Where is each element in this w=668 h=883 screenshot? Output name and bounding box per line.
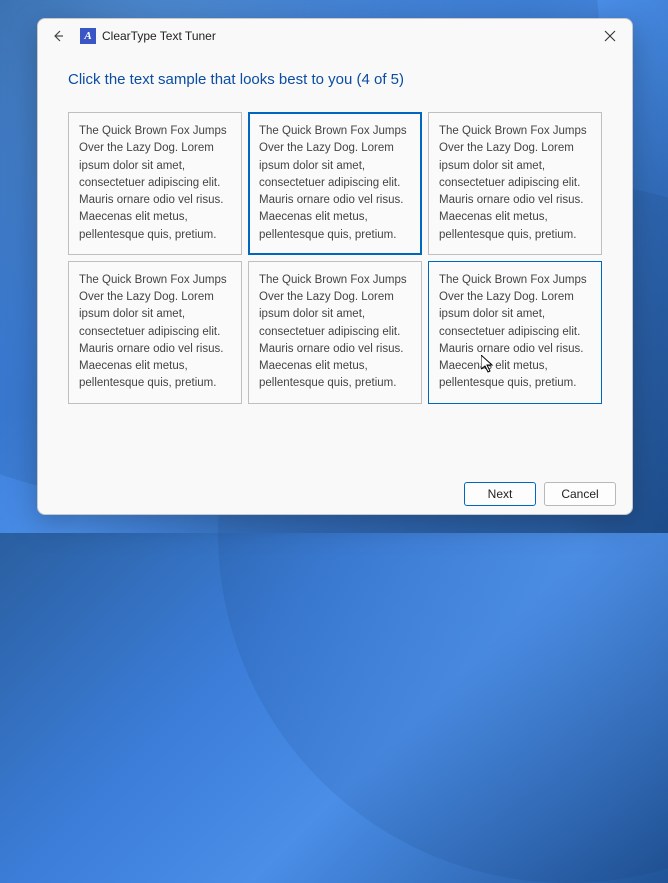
content-area: Click the text sample that looks best to… [38,53,632,474]
close-icon [604,30,616,42]
app-icon-letter: A [84,30,91,42]
text-sample-2[interactable]: The Quick Brown Fox Jumps Over the Lazy … [248,112,422,255]
text-sample-5[interactable]: The Quick Brown Fox Jumps Over the Lazy … [248,261,422,404]
titlebar: A ClearType Text Tuner [38,19,632,53]
back-button[interactable] [48,26,68,46]
cancel-button[interactable]: Cancel [544,482,616,506]
footer: Next Cancel [38,474,632,514]
window-title: ClearType Text Tuner [102,29,216,43]
next-button[interactable]: Next [464,482,536,506]
cleartype-tuner-window: A ClearType Text Tuner Click the text sa… [37,18,633,515]
app-icon: A [80,28,96,44]
close-button[interactable] [596,25,624,47]
text-sample-4[interactable]: The Quick Brown Fox Jumps Over the Lazy … [68,261,242,404]
instruction-text: Click the text sample that looks best to… [68,71,602,88]
arrow-left-icon [51,29,65,43]
text-sample-3[interactable]: The Quick Brown Fox Jumps Over the Lazy … [428,112,602,255]
sample-grid: The Quick Brown Fox Jumps Over the Lazy … [68,112,602,404]
text-sample-6[interactable]: The Quick Brown Fox Jumps Over the Lazy … [428,261,602,404]
text-sample-1[interactable]: The Quick Brown Fox Jumps Over the Lazy … [68,112,242,255]
